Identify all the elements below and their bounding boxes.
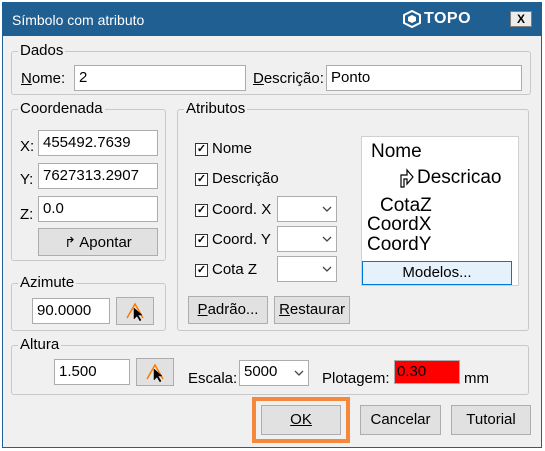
modelos-button[interactable]: Modelos... <box>362 261 512 285</box>
preview-coordx: CoordX <box>367 214 432 235</box>
tutorial-label: Tutorial <box>466 411 516 428</box>
chevron-down-icon <box>294 370 304 376</box>
cota-z-checkbox[interactable]: ✓ <box>195 264 208 277</box>
coord-x-input[interactable]: 455492.7639 <box>38 130 158 156</box>
altura-pick-button[interactable] <box>136 358 174 386</box>
cancelar-label: Cancelar <box>370 411 431 428</box>
descricao-input[interactable]: Ponto <box>326 65 522 91</box>
modelos-label: Modelos... <box>402 264 472 281</box>
chevron-down-icon <box>322 236 332 242</box>
azimute-legend: Azimute <box>18 274 77 292</box>
pick-angle-icon <box>126 302 144 322</box>
altura-input[interactable]: 1.500 <box>54 359 130 385</box>
ok-button[interactable]: OK <box>261 405 341 435</box>
padrao-button[interactable]: Padrão... <box>188 296 268 324</box>
restaurar-mnemonic: R <box>279 301 290 318</box>
brand-logo: TOPO <box>403 9 471 29</box>
azimute-input[interactable]: 90.0000 <box>32 298 110 324</box>
dados-group: Dados Nome: 2 Descrição: Ponto <box>11 42 531 95</box>
coordenada-group: Coordenada X: 455492.7639 Y: 7627313.290… <box>11 100 166 261</box>
apontar-button[interactable]: ↱ Apontar <box>38 228 158 256</box>
descricao-checkbox[interactable]: ✓ <box>195 173 208 186</box>
escala-label: Escala: <box>188 370 238 387</box>
y-label: Y: <box>20 171 34 188</box>
coord-y-check-label: Coord. Y <box>212 231 271 248</box>
plotagem-input[interactable]: 0.30 <box>394 360 460 384</box>
preview-coordy: CoordY <box>367 234 432 255</box>
nome-label: Nome: <box>21 70 66 87</box>
nome-input[interactable]: 2 <box>74 65 246 91</box>
unit-label: mm <box>464 370 489 387</box>
restaurar-label: estaurar <box>289 301 345 318</box>
coord-y-input[interactable]: 7627313.2907 <box>38 163 158 189</box>
title-bar[interactable]: Símbolo com atributo TOPO X <box>3 3 541 36</box>
padrao-label: adrão... <box>207 301 259 318</box>
escala-select-value: 5000 <box>244 363 278 380</box>
topo-logo-icon <box>403 10 421 28</box>
chevron-down-icon <box>322 206 332 212</box>
insertion-arrow-icon <box>400 168 414 188</box>
nome-checkbox[interactable]: ✓ <box>195 143 208 156</box>
coord-x-select[interactable] <box>277 196 337 222</box>
pick-height-icon <box>146 363 164 383</box>
restaurar-button[interactable]: Restaurar <box>274 296 350 324</box>
coord-y-select[interactable] <box>277 226 337 252</box>
escala-select[interactable]: 5000 <box>239 360 309 386</box>
descricao-label: Descrição: <box>253 70 324 87</box>
atributos-group: Atributos ✓ Nome ✓ Descrição ✓ Coord. X … <box>177 100 529 331</box>
nome-check-label: Nome <box>212 140 253 157</box>
cota-z-select[interactable] <box>277 256 337 282</box>
preview-nome: Nome <box>371 141 422 162</box>
atributos-legend: Atributos <box>184 100 248 118</box>
x-label: X: <box>20 138 35 155</box>
coordenada-legend: Coordenada <box>18 100 105 118</box>
coord-y-checkbox[interactable]: ✓ <box>195 234 208 247</box>
plotagem-label: Plotagem: <box>322 370 390 387</box>
window-title: Símbolo com atributo <box>12 12 145 28</box>
attribute-preview: Nome Descricao CotaZ CoordX CoordY Model… <box>361 136 519 286</box>
cota-z-check-label: Cota Z <box>212 261 258 278</box>
dados-legend: Dados <box>18 42 66 60</box>
apontar-label: Apontar <box>79 234 132 251</box>
descricao-check-label: Descrição <box>212 170 279 187</box>
z-label: Z: <box>20 206 34 223</box>
azimute-group: Azimute 90.0000 <box>11 274 166 331</box>
close-icon: X <box>516 12 525 26</box>
altura-legend: Altura <box>18 336 62 354</box>
altura-group: Altura 1.500 Escala: 5000 Plotagem: 0.30… <box>11 336 529 395</box>
preview-descricao: Descricao <box>417 167 502 188</box>
ok-label: OK <box>290 411 312 428</box>
coord-x-check-label: Coord. X <box>212 201 272 218</box>
padrao-mnemonic: P <box>197 301 208 318</box>
coord-z-input[interactable]: 0.0 <box>38 196 158 222</box>
coord-x-checkbox[interactable]: ✓ <box>195 204 208 217</box>
close-button[interactable]: X <box>510 11 532 27</box>
brand-text: TOPO <box>424 10 472 27</box>
symbol-attribute-dialog: Símbolo com atributo TOPO X Dados Nome: … <box>2 2 542 448</box>
tutorial-button[interactable]: Tutorial <box>451 405 531 435</box>
azimute-pick-button[interactable] <box>116 297 154 325</box>
pointer-icon: ↱ <box>64 234 76 250</box>
chevron-down-icon <box>322 266 332 272</box>
cancelar-button[interactable]: Cancelar <box>360 405 441 435</box>
